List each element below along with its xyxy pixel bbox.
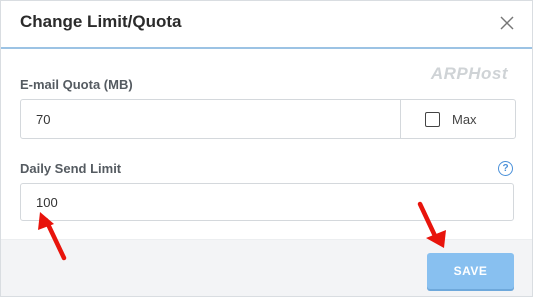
close-icon[interactable] bbox=[498, 14, 516, 32]
max-checkbox-addon[interactable]: Max bbox=[400, 100, 515, 138]
email-quota-input[interactable] bbox=[21, 100, 400, 138]
daily-send-limit-input[interactable] bbox=[20, 183, 514, 221]
dialog-header: Change Limit/Quota bbox=[1, 1, 532, 49]
email-quota-input-group: Max bbox=[20, 99, 516, 139]
change-limit-dialog: Change Limit/Quota ARPHost E-mail Quota … bbox=[0, 0, 533, 297]
arphost-watermark-logo: ARPHost bbox=[430, 64, 508, 83]
email-quota-label: E-mail Quota (MB) bbox=[20, 77, 133, 92]
dialog-body: ARPHost E-mail Quota (MB) Max Daily Send… bbox=[1, 49, 532, 239]
dialog-title: Change Limit/Quota bbox=[20, 12, 182, 31]
daily-send-limit-label: Daily Send Limit bbox=[20, 161, 122, 176]
max-label: Max bbox=[452, 111, 477, 127]
save-button[interactable]: SAVE bbox=[427, 253, 514, 289]
max-checkbox[interactable] bbox=[425, 111, 440, 127]
dialog-footer: SAVE bbox=[1, 239, 532, 296]
help-icon[interactable]: ? bbox=[498, 161, 513, 176]
